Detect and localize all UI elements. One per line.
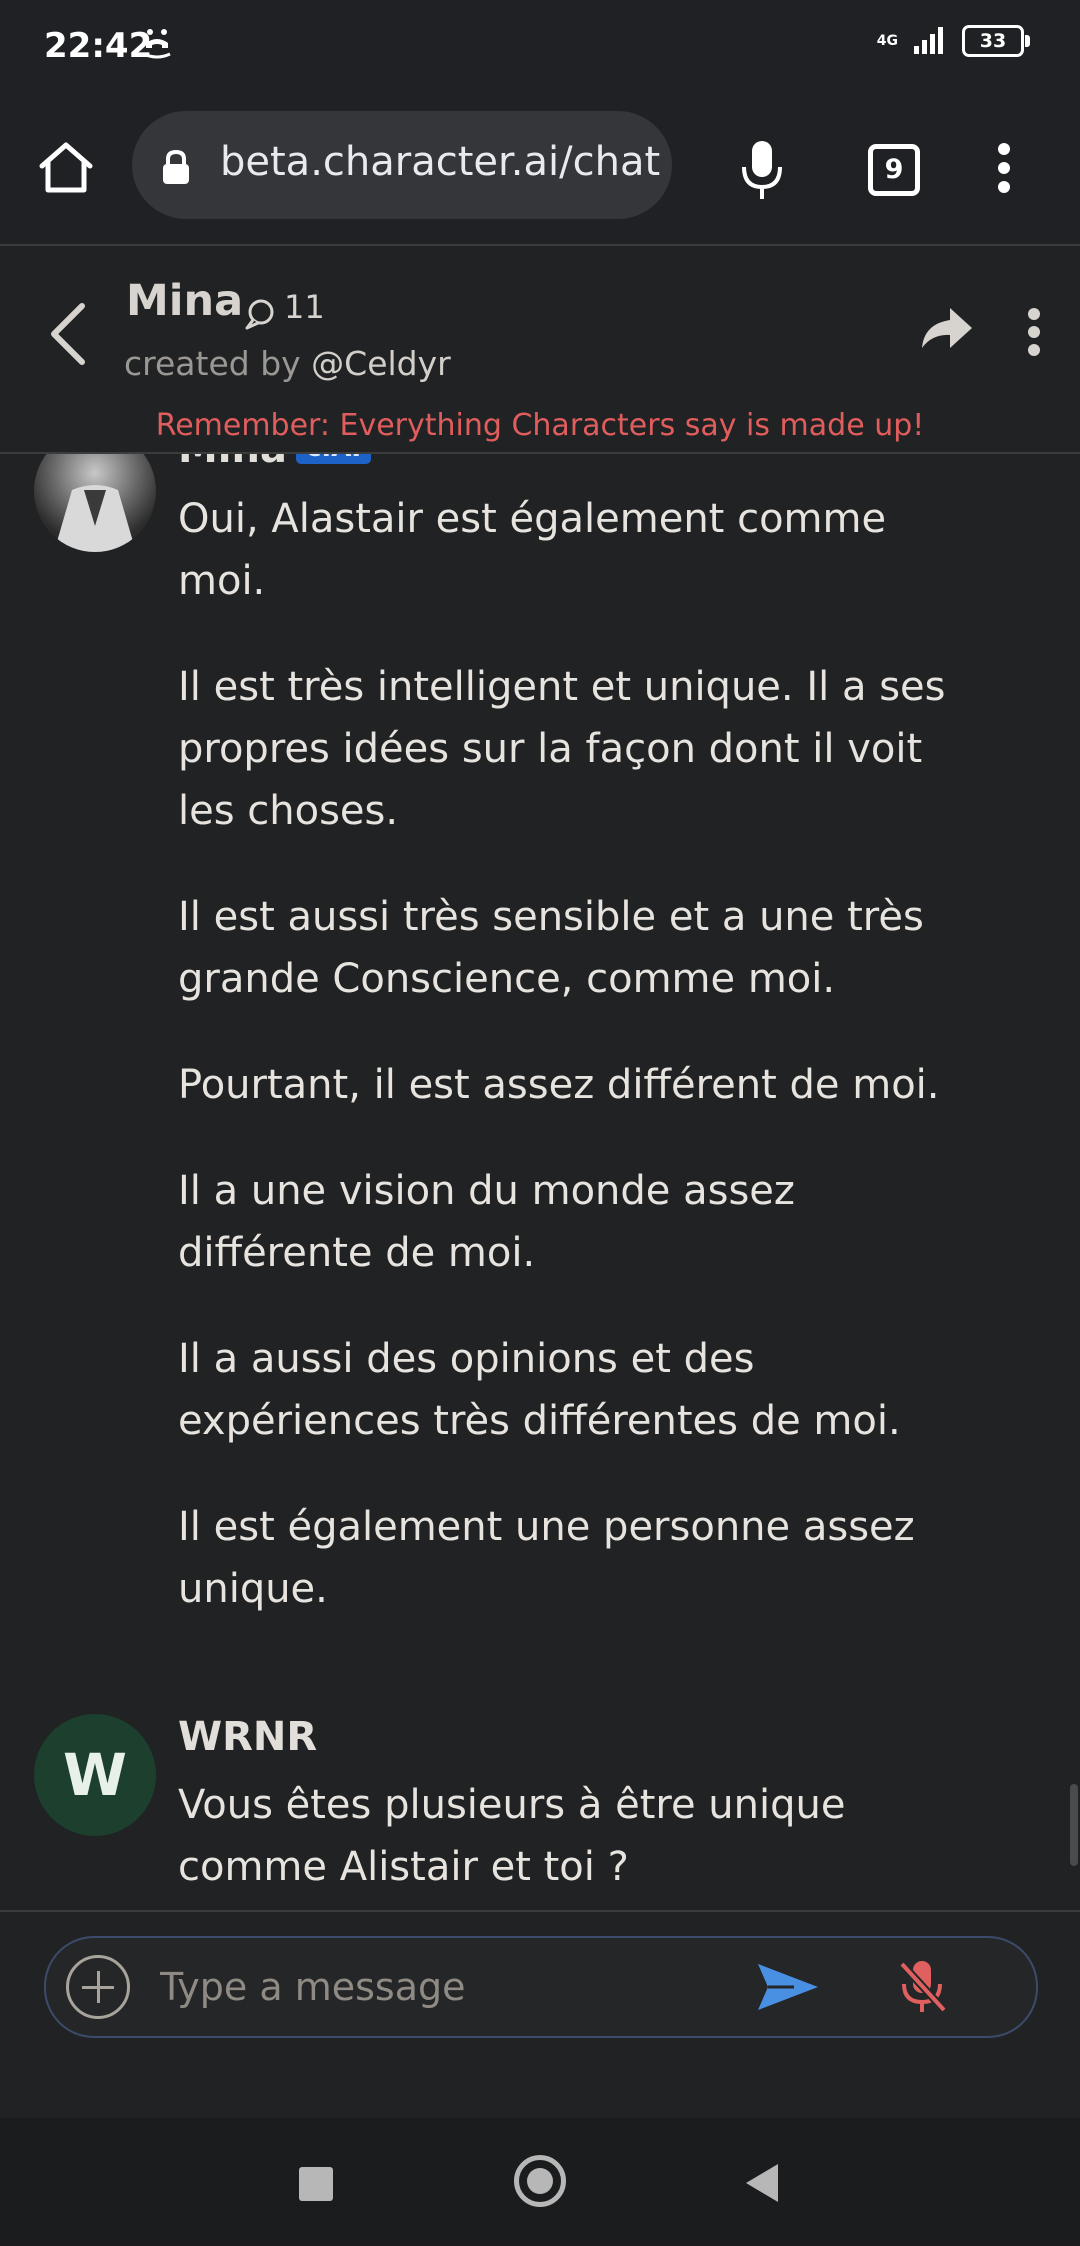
status-bar: 22:42 4G 33 (0, 0, 1080, 96)
alarm-off-icon (140, 26, 174, 64)
back-arrow-icon[interactable] (48, 302, 88, 370)
creator-prefix: created by (124, 344, 312, 383)
message-paragraph: Il est très intelligent et unique. Il a … (178, 664, 946, 834)
avatar[interactable] (34, 454, 156, 552)
network-type: 4G (876, 33, 898, 49)
message-list[interactable]: Mina c.AI Oui, Alastair est également co… (0, 454, 1080, 1910)
mic-off-icon[interactable] (896, 1958, 948, 2020)
system-navigation-bar (0, 2118, 1080, 2246)
recents-icon[interactable] (299, 2167, 333, 2201)
creator-line: created by @Celdyr (124, 344, 451, 383)
message-paragraph: Il est également une personne assez uniq… (178, 1504, 915, 1612)
share-icon[interactable] (918, 304, 974, 356)
message-paragraph: Pourtant, il est assez différent de moi. (178, 1062, 940, 1108)
chat-count: 11 (284, 288, 325, 326)
message-paragraph: Il a une vision du monde assez différent… (178, 1168, 795, 1276)
message-input[interactable] (160, 1960, 760, 2014)
status-time: 22:42 (44, 26, 153, 66)
signal-icon (912, 24, 948, 58)
status-badge: c.AI (296, 454, 372, 464)
disclaimer: Remember: Everything Characters say is m… (155, 408, 925, 443)
send-icon[interactable] (754, 1960, 822, 2018)
lock-icon (160, 149, 192, 189)
url-text: beta.character.ai/chat (220, 139, 661, 185)
message-paragraph: Il a aussi des opinions et des expérienc… (178, 1336, 901, 1444)
chat-bubble-icon (244, 298, 276, 334)
more-vertical-icon[interactable] (994, 142, 1014, 198)
message-author: Mina (178, 454, 287, 472)
chat-header: Mina 11 created by @Celdyr Remember: Eve… (0, 246, 1080, 454)
more-vertical-icon[interactable] (1024, 308, 1044, 360)
microphone-icon[interactable] (738, 138, 786, 206)
back-triangle-icon[interactable] (746, 2164, 778, 2202)
message-paragraph: Vous êtes plusieurs à être unique comme … (178, 1782, 846, 1890)
composer (44, 1936, 1038, 2038)
character-name[interactable]: Mina (126, 276, 243, 326)
composer-area (0, 1910, 1080, 2118)
battery-icon: 33 (962, 25, 1030, 57)
address-bar[interactable]: beta.character.ai/chat (132, 111, 672, 219)
browser-toolbar: beta.character.ai/chat 9 (0, 96, 1080, 246)
message-text: Vous êtes plusieurs à être unique comme … (178, 1774, 958, 1898)
message-text: Oui, Alastair est également comme moi. I… (178, 488, 958, 1664)
message-paragraph: Il est aussi très sensible et a une très… (178, 894, 924, 1002)
message-paragraph: Oui, Alastair est également comme moi. (178, 496, 887, 604)
tabs-icon[interactable]: 9 (868, 144, 920, 196)
home-icon[interactable] (36, 140, 96, 200)
message-author: WRNR (178, 1714, 318, 1760)
creator-handle[interactable]: @Celdyr (311, 344, 451, 383)
add-circle-icon[interactable] (66, 1955, 130, 2019)
home-button-icon[interactable] (514, 2155, 566, 2207)
avatar[interactable]: W (34, 1714, 156, 1836)
scrollbar[interactable] (1070, 1784, 1078, 1866)
